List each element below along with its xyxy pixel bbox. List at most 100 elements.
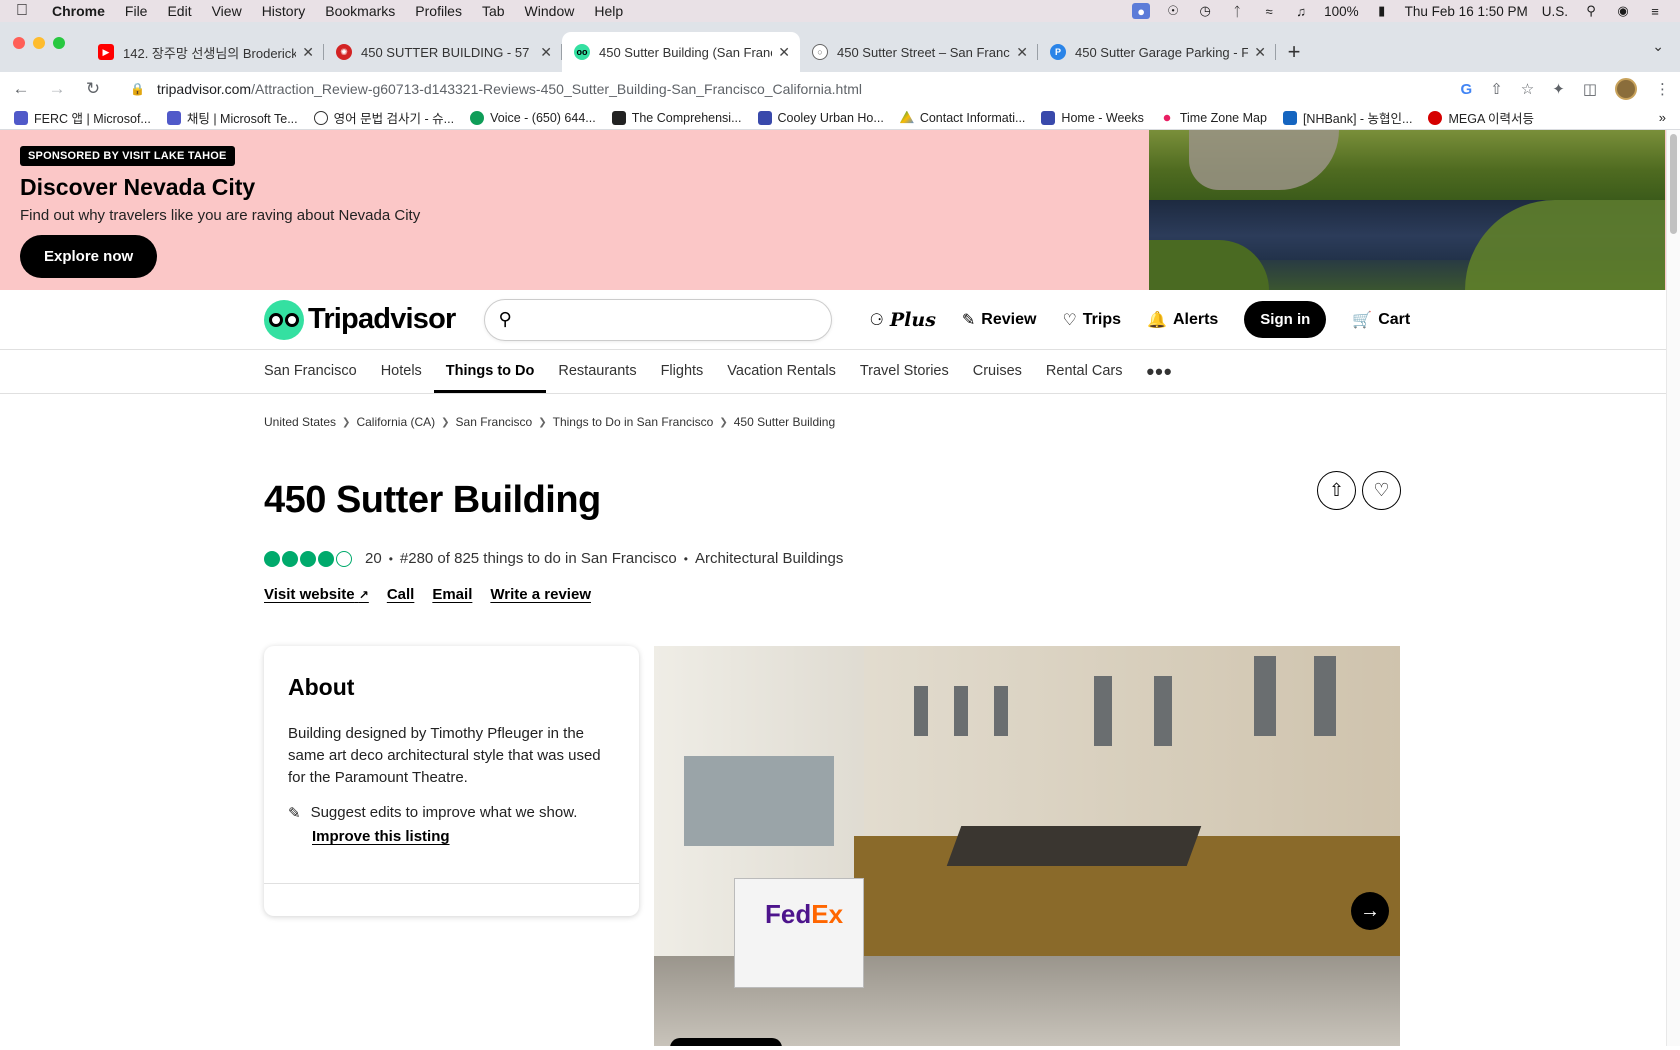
nav-san-francisco[interactable]: San Francisco	[264, 363, 357, 393]
plus-link[interactable]: ⚆ Plus	[870, 309, 936, 331]
close-tab-icon[interactable]: ✕	[540, 44, 552, 61]
menu-edit[interactable]: Edit	[167, 3, 191, 19]
siri-icon[interactable]: ◉	[1614, 3, 1632, 19]
new-tab-button[interactable]: +	[1276, 32, 1312, 72]
nav-things-to-do[interactable]: Things to Do	[433, 363, 547, 393]
bookmark-item[interactable]: Home - Weeks	[1041, 110, 1144, 125]
tripadvisor-logo[interactable]: Tripadvisor	[264, 299, 456, 340]
menu-profiles[interactable]: Profiles	[415, 3, 462, 19]
write-review-link[interactable]: Write a review	[490, 586, 591, 603]
close-tab-icon[interactable]: ✕	[1016, 44, 1028, 61]
review-link[interactable]: ✎ Review	[962, 310, 1037, 330]
next-photo-button[interactable]: →	[1351, 892, 1389, 930]
menu-view[interactable]: View	[212, 3, 242, 19]
clock[interactable]: Thu Feb 16 1:50 PM	[1405, 4, 1528, 19]
visit-website-link[interactable]: Visit website ↗	[264, 586, 369, 603]
bookmark-item[interactable]: FERC 앱 | Microsof...	[14, 108, 151, 127]
bookmark-item[interactable]: Contact Informati...	[899, 110, 1025, 125]
bookmark-item[interactable]: The Comprehensi...	[611, 110, 742, 125]
ranking[interactable]: #280 of 825 things to do in San Francisc…	[400, 550, 677, 567]
cart-link[interactable]: 🛒 Cart	[1352, 310, 1410, 330]
menu-bookmarks[interactable]: Bookmarks	[325, 3, 395, 19]
bookmark-item[interactable]: Cooley Urban Ho...	[757, 110, 884, 125]
rating-bubbles[interactable]	[264, 550, 352, 567]
volume-icon[interactable]: ♫	[1292, 3, 1310, 19]
browser-tab[interactable]: ○ 450 Sutter Street – San Francis ✕	[800, 32, 1038, 72]
nav-restaurants[interactable]: Restaurants	[558, 363, 636, 393]
spotlight-search-icon[interactable]: ⚲	[1582, 3, 1600, 19]
share-icon[interactable]: ⇧	[1490, 80, 1503, 98]
tab-search-chevron-icon[interactable]: ⌄	[1652, 38, 1664, 55]
accessibility-icon[interactable]: ☉	[1164, 3, 1182, 19]
menu-history[interactable]: History	[262, 3, 306, 19]
input-source[interactable]: U.S.	[1542, 4, 1568, 19]
close-window-button[interactable]	[13, 37, 25, 49]
email-link[interactable]: Email	[432, 586, 472, 603]
bookmark-item[interactable]: Voice - (650) 644...	[470, 110, 596, 125]
google-icon[interactable]: G	[1461, 81, 1473, 98]
forward-arrow-icon[interactable]: →	[46, 79, 68, 99]
alerts-link[interactable]: 🔔 Alerts	[1147, 310, 1218, 330]
nav-cruises[interactable]: Cruises	[973, 363, 1022, 393]
explore-now-button[interactable]: Explore now	[20, 235, 158, 278]
menu-window[interactable]: Window	[525, 3, 575, 19]
bookmark-star-icon[interactable]: ☆	[1521, 80, 1534, 98]
bookmark-item[interactable]: [NHBank] - 농협인...	[1282, 108, 1412, 127]
battery-icon[interactable]: ▮	[1373, 3, 1391, 19]
review-count[interactable]: 20	[365, 550, 382, 567]
share-button[interactable]: ⇧	[1317, 471, 1356, 510]
nav-rental-cars[interactable]: Rental Cars	[1046, 363, 1123, 393]
bookmark-item[interactable]: Time Zone Map	[1159, 110, 1267, 125]
menu-file[interactable]: File	[125, 3, 148, 19]
time-machine-icon[interactable]: ◷	[1196, 3, 1214, 19]
more-dots-icon[interactable]: •••	[1146, 359, 1172, 393]
breadcrumb-link[interactable]: United States	[264, 415, 336, 429]
browser-tab[interactable]: P 450 Sutter Garage Parking - Fi ✕	[1038, 32, 1276, 72]
building-photo[interactable]: FedEx →	[654, 646, 1400, 1046]
breadcrumb-link[interactable]: California (CA)	[356, 415, 435, 429]
close-tab-icon[interactable]: ✕	[778, 44, 790, 61]
sign-in-button[interactable]: Sign in	[1244, 301, 1327, 338]
apple-menu-icon[interactable]: 	[16, 2, 34, 20]
photo-count-pill[interactable]	[670, 1038, 782, 1046]
ad-lake-photo[interactable]	[1149, 130, 1665, 290]
bluetooth-icon[interactable]: ᛏ	[1228, 3, 1246, 19]
nav-travel-stories[interactable]: Travel Stories	[860, 363, 949, 393]
more-bookmarks-icon[interactable]: »	[1659, 110, 1666, 125]
zoom-window-button[interactable]	[53, 37, 65, 49]
close-tab-icon[interactable]: ✕	[1254, 44, 1266, 61]
sponsored-banner[interactable]: SPONSORED BY VISIT LAKE TAHOE Discover N…	[0, 130, 1680, 290]
lock-icon[interactable]: 🔒	[130, 82, 145, 96]
nav-hotels[interactable]: Hotels	[381, 363, 422, 393]
wifi-icon[interactable]: ≈	[1260, 3, 1278, 19]
bookmark-item[interactable]: 영어 문법 검사기 - 슈...	[313, 108, 454, 127]
side-panel-icon[interactable]: ◫	[1583, 80, 1597, 98]
browser-tab[interactable]: ▶ 142. 장주망 선생님의 Broderick T ✕	[86, 32, 324, 72]
scrollbar-thumb[interactable]	[1670, 134, 1677, 234]
menu-app-name[interactable]: Chrome	[52, 3, 105, 19]
chrome-menu-icon[interactable]: ⋮	[1655, 80, 1670, 98]
address-bar[interactable]: 🔒 tripadvisor.com/Attraction_Review-g607…	[118, 74, 1447, 104]
call-link[interactable]: Call	[387, 586, 415, 603]
browser-tab-active[interactable]: oo 450 Sutter Building (San Franc ✕	[562, 32, 800, 72]
control-center-icon[interactable]: ≡	[1646, 3, 1664, 19]
extensions-puzzle-icon[interactable]: ✦	[1552, 80, 1565, 98]
category[interactable]: Architectural Buildings	[695, 550, 843, 567]
profile-avatar[interactable]	[1615, 78, 1637, 100]
page-scrollbar[interactable]	[1666, 130, 1680, 1046]
close-tab-icon[interactable]: ✕	[302, 44, 314, 61]
menu-help[interactable]: Help	[594, 3, 623, 19]
back-arrow-icon[interactable]: ←	[10, 79, 32, 99]
bookmark-item[interactable]: 채팅 | Microsoft Te...	[166, 108, 298, 127]
menu-tab[interactable]: Tab	[482, 3, 505, 19]
reload-icon[interactable]: ↻	[82, 79, 104, 99]
minimize-window-button[interactable]	[33, 37, 45, 49]
bookmark-item[interactable]: MEGA 이력서등	[1428, 108, 1534, 127]
breadcrumb-link[interactable]: San Francisco	[456, 415, 533, 429]
breadcrumb-link[interactable]: Things to Do in San Francisco	[553, 415, 714, 429]
nav-flights[interactable]: Flights	[661, 363, 704, 393]
status-app-icon[interactable]: ●	[1132, 3, 1151, 19]
save-button[interactable]: ♡	[1362, 471, 1401, 510]
browser-tab[interactable]: ✺ 450 SUTTER BUILDING - 57 Pl ✕	[324, 32, 562, 72]
trips-link[interactable]: ♡ Trips	[1062, 310, 1121, 330]
